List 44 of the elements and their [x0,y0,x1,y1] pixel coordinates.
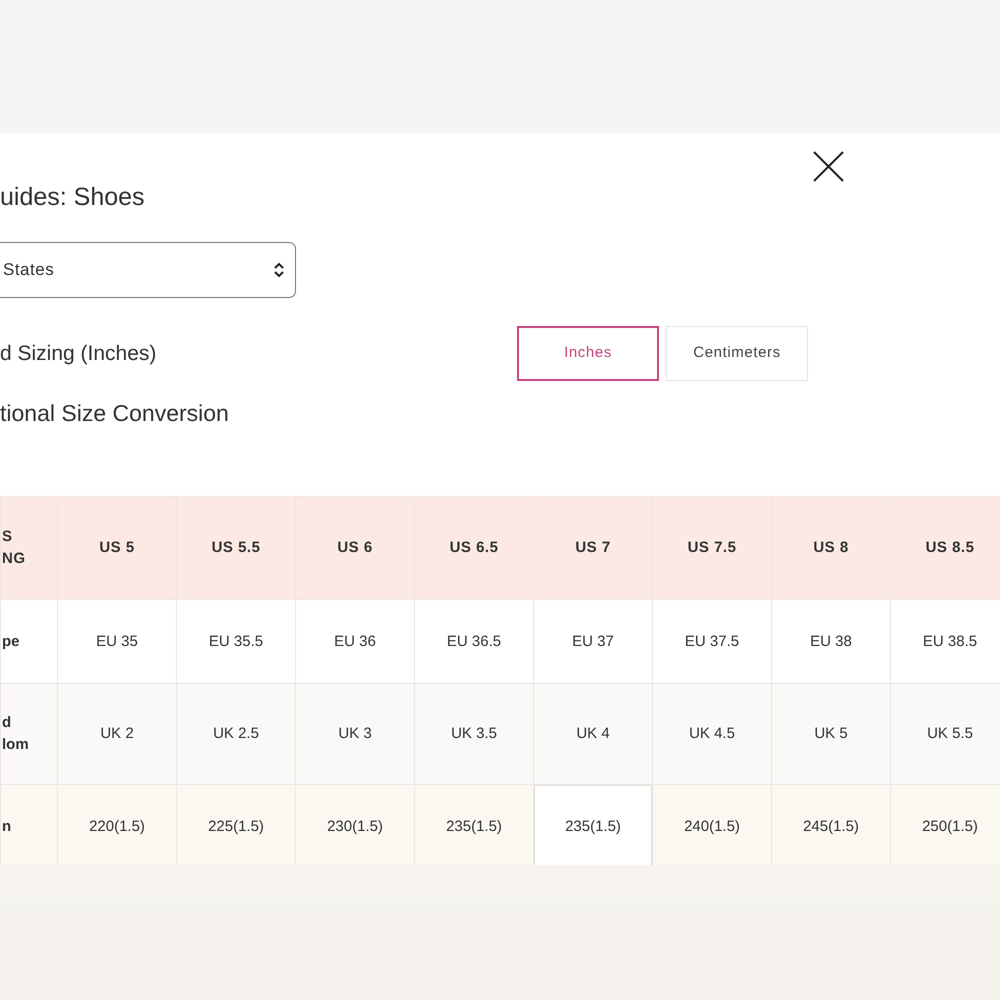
modal-title: uides: Shoes [0,182,145,213]
table-cell: UK 2.5 [176,684,296,784]
table-cell: UK 4.5 [652,684,772,784]
header-cell: US 5 [58,496,176,600]
table-cell: 230(1.5) [296,784,414,865]
table-cell: EU 38.5 [890,600,1000,684]
table-cell: 240(1.5) [652,784,772,865]
header-cell: US 8 [772,496,890,600]
table-cell: EU 38 [772,600,890,684]
unit-toggle-button[interactable]: Inches [517,326,659,381]
table-cell: 225(1.5) [176,784,296,865]
table-cell: EU 37.5 [652,600,772,684]
table-cell: UK 3.5 [414,684,534,784]
section-subtitle: tional Size Conversion [0,399,230,428]
table-cell: UK 4 [534,684,652,784]
table-cell: UK 5 [772,684,890,784]
header-cell: US 6 [296,496,414,600]
close-icon[interactable] [813,151,844,182]
header-cell: US 8.5 [890,496,1000,600]
table-cell: EU 36.5 [414,600,534,684]
table-cell: EU 35.5 [176,600,296,684]
table-cell: 250(1.5) [890,784,1000,865]
region-select[interactable]: States [0,242,296,298]
header-cell: S NG [0,496,58,600]
header-cell: US 6.5 [414,496,534,600]
row-label: n [0,784,58,865]
table-cell: UK 5.5 [890,684,1000,784]
table-cell: 235(1.5) [414,784,534,865]
table-cell: EU 35 [58,600,176,684]
header-cell: US 7.5 [652,496,772,600]
section-heading: d Sizing (Inches) [0,340,156,366]
unit-toggle-button[interactable]: Centimeters [666,326,808,381]
row-label: d lom [0,684,58,784]
table-cell: 235(1.5) [534,784,652,865]
chevron-updown-icon [273,262,285,278]
table-cell: UK 3 [296,684,414,784]
header-cell: US 7 [534,496,652,600]
table-cell: UK 2 [58,684,176,784]
row-label: pe [0,600,58,684]
header-cell: US 5.5 [176,496,296,600]
table-cell: 220(1.5) [58,784,176,865]
table-cell: EU 36 [296,600,414,684]
table-cell: EU 37 [534,600,652,684]
table-cell: 245(1.5) [772,784,890,865]
